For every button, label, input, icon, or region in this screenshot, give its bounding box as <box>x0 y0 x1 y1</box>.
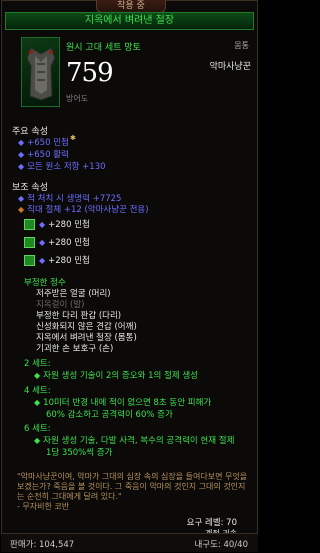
set-bonus-6-label: 6 세트: <box>24 424 51 434</box>
set-bonus-2-label: 2 세트: <box>24 359 51 369</box>
primal-star-icon: ✱ <box>70 134 76 142</box>
set-bonus-6-cont: 1당 350%씩 증가 <box>46 448 113 458</box>
item-title: 지옥에서 벼려낸 철장 <box>5 12 254 30</box>
bullet-icon: ◆ <box>18 194 25 203</box>
set-piece: 기괴한 손 보호구 (손) <box>36 344 114 354</box>
emerald-gem-icon <box>24 255 35 266</box>
set-bonus-6: ◆ 자원 생성 기술, 다발 사격, 복수의 공격력이 현재 절제 <box>34 436 235 446</box>
armor-value: 759 <box>66 58 114 88</box>
set-bonus-4: ◆ 10미터 반경 내에 적이 없으면 8초 동안 피해가 <box>34 398 212 408</box>
primary-stat: ◆ 모든 원소 저항 +130 <box>18 162 106 172</box>
durability: 내구도: 40/40 <box>194 540 248 550</box>
class-restriction: 악마사냥꾼 <box>209 62 251 72</box>
sell-value: 판매가: 104,547 <box>10 540 75 550</box>
bullet-icon: ◆ <box>39 256 46 265</box>
required-level: 요구 레벨: 70 <box>186 518 237 528</box>
primary-stat: ◆ +650 민첩 <box>18 138 69 148</box>
armor-label: 방어도 <box>66 94 89 103</box>
flavor-text: "악마사냥꾼이여, 악마가 그대의 심장 속의 심장을 들여다보면 무엇을 보겠… <box>17 472 249 512</box>
socket-gem: ◆ +280 민첩 <box>24 218 90 230</box>
chest-armor-icon <box>26 47 56 101</box>
tooltip-footer: 판매가: 104,547 내구도: 40/40 <box>1 533 258 552</box>
item-type: 원시 고대 세트 망토 <box>66 43 141 53</box>
primary-stat: ◆ +650 활력 <box>18 150 69 160</box>
bullet-icon: ◆ <box>34 398 41 407</box>
set-bonus-4-cont: 60% 감소하고 공격력이 60% 증가 <box>46 410 173 420</box>
bullet-icon: ◆ <box>34 436 41 445</box>
bullet-icon: ◆ <box>34 371 41 380</box>
flavor-author: - 무자비한 코반 <box>17 502 70 511</box>
item-slot: 몸통 <box>234 41 249 50</box>
emerald-gem-icon <box>24 237 35 248</box>
bullet-icon: ◆ <box>39 220 46 229</box>
bullet-icon: ◆ <box>18 138 25 147</box>
set-bonus-2: ◆ 자원 생성 기술이 2의 증오와 1의 절제 생성 <box>34 371 199 381</box>
bullet-icon: ◆ <box>18 150 25 159</box>
set-bonus-4-label: 4 세트: <box>24 386 51 396</box>
emerald-gem-icon <box>24 219 35 230</box>
bullet-icon: ◆ <box>39 238 46 247</box>
bullet-icon: ◆ <box>18 162 25 171</box>
socket-gem: ◆ +280 민첩 <box>24 254 90 266</box>
flavor-quote: "악마사냥꾼이여, 악마가 그대의 심장 속의 심장을 들여다보면 무엇을 보겠… <box>17 472 248 501</box>
socket-gem: ◆ +280 민첩 <box>24 236 90 248</box>
bullet-icon: ◆ <box>18 205 25 214</box>
item-portrait: ✱ <box>21 37 76 142</box>
secondary-stat: ◆ 직대 절체 +12 (악마사냥꾼 전용) <box>18 205 149 215</box>
